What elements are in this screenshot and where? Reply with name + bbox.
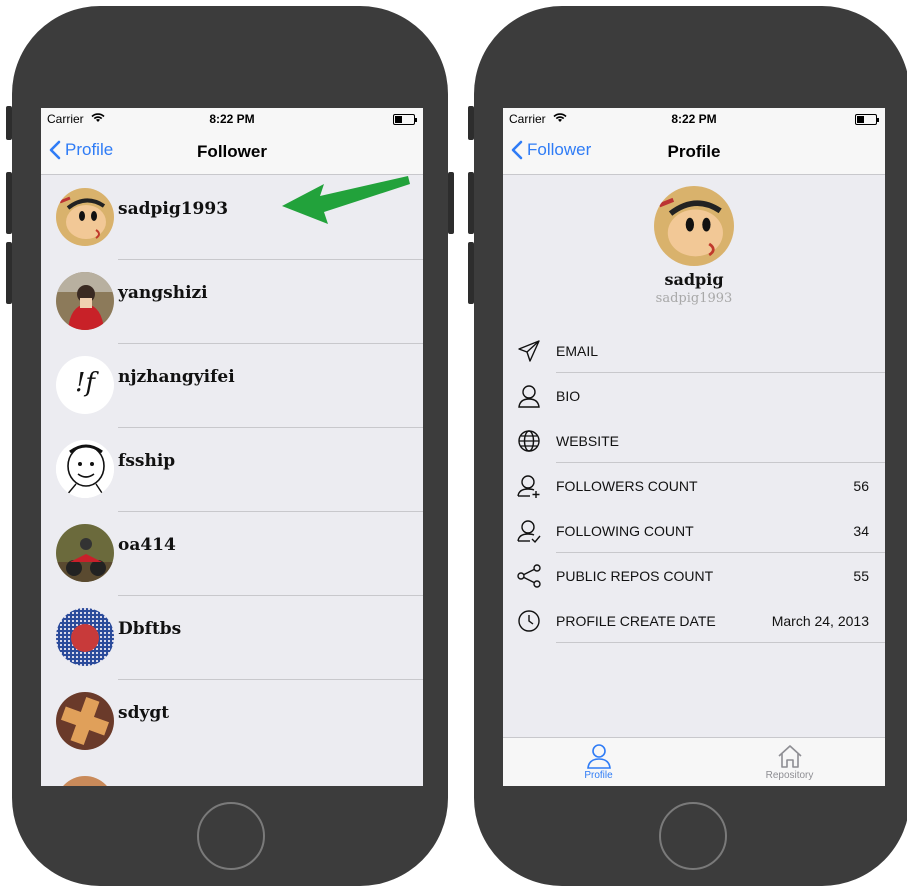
battery-icon: [393, 114, 417, 125]
user-plus-icon: [517, 475, 540, 498]
send-icon: [518, 340, 540, 362]
cartoon-avatar: [56, 188, 114, 246]
profile-avatar: [654, 186, 734, 266]
follower-name: Dbftbs: [118, 619, 182, 639]
follower-name: oa414: [118, 535, 176, 555]
page-title: Follower: [197, 142, 267, 161]
list-item[interactable]: Dbftbs: [41, 595, 423, 679]
mute-switch: [6, 106, 12, 140]
follower-name: sdygt: [118, 703, 170, 723]
meme-face-avatar: [56, 440, 114, 498]
tab-repository-label: Repository: [765, 770, 814, 781]
followers-count-value: 56: [853, 478, 869, 494]
navigation-bar: Carrier 8:22 PM Follower Profile: [503, 108, 885, 175]
status-bar: Carrier 8:22 PM: [41, 108, 423, 130]
profile-create-date-label: PROFILE CREATE DATE: [556, 613, 716, 629]
partial-avatar: [56, 776, 114, 786]
list-item[interactable]: !f njzhangyifei: [41, 343, 423, 427]
followers-count-label: FOLLOWERS COUNT: [556, 478, 698, 494]
status-time: 8:22 PM: [671, 112, 717, 126]
phone-left: Carrier 8:22 PM Profile Follower sadpig1…: [6, 6, 454, 886]
public-repos-count-row[interactable]: PUBLIC REPOS COUNT 55: [503, 553, 885, 598]
profile-create-date-value: March 24, 2013: [771, 613, 869, 629]
follower-name: yangshizi: [118, 283, 208, 303]
home-button[interactable]: [659, 802, 727, 870]
mute-switch: [468, 106, 474, 140]
clock-icon: [518, 610, 540, 632]
tab-bar: Profile Repository: [503, 737, 885, 786]
user-icon: [518, 385, 540, 408]
tab-repository[interactable]: Repository: [694, 740, 885, 781]
page-title: Profile: [667, 142, 721, 161]
navigation-bar: Carrier 8:22 PM Profile Follower: [41, 108, 423, 175]
share-icon: [517, 564, 541, 588]
list-item[interactable]: sdygt: [41, 679, 423, 763]
email-row[interactable]: EMAIL: [503, 328, 885, 373]
followers-count-row[interactable]: FOLLOWERS COUNT 56: [503, 463, 885, 508]
list-item-partial[interactable]: [41, 763, 423, 786]
phone-right: Carrier 8:22 PM Follower Profile sadpig …: [468, 6, 907, 886]
avatar-letters: !f: [74, 368, 96, 398]
follower-name: sadpig1993: [118, 199, 229, 219]
volume-up-button: [6, 172, 12, 234]
motorcycle-avatar: [56, 524, 114, 582]
follower-list[interactable]: sadpig1993 yangshizi !f njzhangyifei fss…: [41, 175, 423, 786]
list-item[interactable]: fsship: [41, 427, 423, 511]
following-count-label: FOLLOWING COUNT: [556, 523, 694, 539]
user-check-icon: [517, 520, 541, 544]
profile-info-list: EMAIL BIO WEBSITE FOLLOWERS COUNT 56 FOL…: [503, 328, 885, 643]
email-label: EMAIL: [556, 343, 599, 359]
volume-up-button: [468, 172, 474, 234]
tab-profile-label: Profile: [584, 770, 613, 781]
bio-label: BIO: [556, 388, 581, 404]
following-count-value: 34: [853, 523, 869, 539]
tab-profile[interactable]: Profile: [503, 740, 694, 781]
list-item[interactable]: yangshizi: [41, 259, 423, 343]
volume-down-button: [468, 242, 474, 304]
globe-icon: [518, 430, 540, 452]
photo-avatar: [56, 272, 114, 330]
public-repos-count-value: 55: [853, 568, 869, 584]
profile-name: sadpig: [664, 270, 724, 289]
bio-row[interactable]: BIO: [503, 373, 885, 418]
website-row[interactable]: WEBSITE: [503, 418, 885, 463]
volume-down-button: [6, 242, 12, 304]
letter-avatar: !f: [56, 356, 114, 414]
person-icon: [586, 744, 611, 769]
green-arrow-icon: [282, 176, 410, 224]
status-time: 8:22 PM: [209, 112, 255, 126]
website-label: WEBSITE: [556, 433, 620, 449]
home-icon: [777, 745, 802, 768]
public-repos-count-label: PUBLIC REPOS COUNT: [556, 568, 714, 584]
cross-avatar: [56, 692, 114, 750]
profile-login: sadpig1993: [655, 291, 733, 306]
status-bar: Carrier 8:22 PM: [503, 108, 885, 130]
pixel-avatar: [56, 608, 114, 666]
follower-name: fsship: [118, 451, 176, 471]
following-count-row[interactable]: FOLLOWING COUNT 34: [503, 508, 885, 553]
battery-icon: [855, 114, 879, 125]
list-item[interactable]: oa414: [41, 511, 423, 595]
profile-create-date-row[interactable]: PROFILE CREATE DATE March 24, 2013: [503, 598, 885, 643]
home-button[interactable]: [197, 802, 265, 870]
follower-name: njzhangyifei: [118, 367, 235, 387]
power-button: [448, 172, 454, 234]
profile-screen: Carrier 8:22 PM Follower Profile sadpig …: [503, 108, 885, 786]
